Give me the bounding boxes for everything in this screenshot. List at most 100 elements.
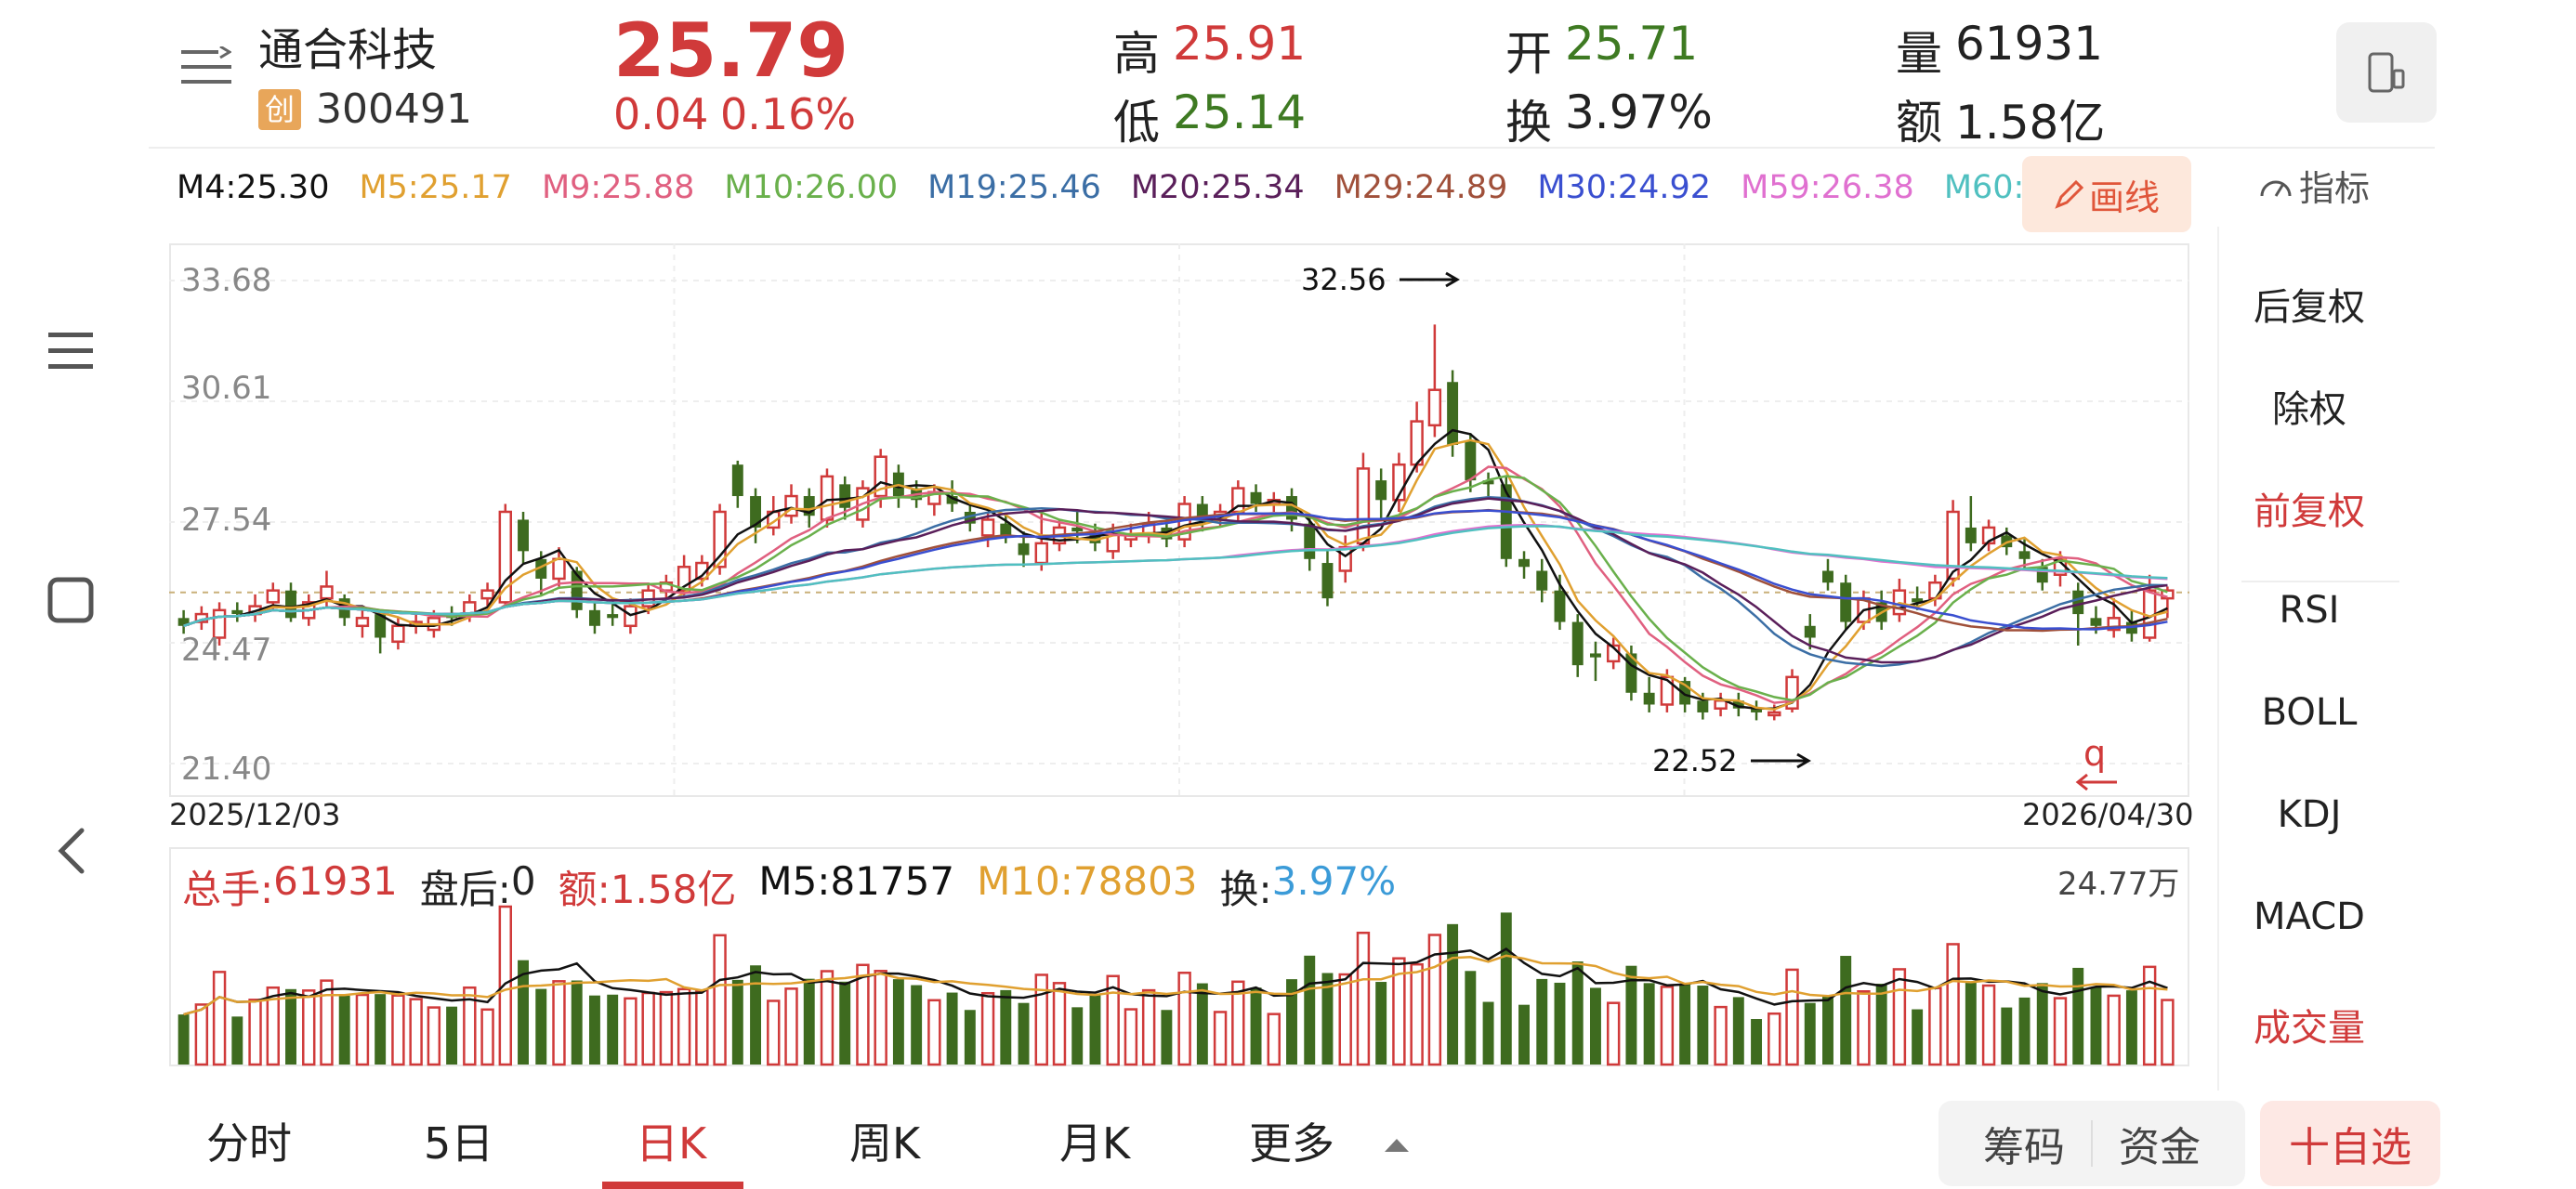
side-menu-item[interactable]: 后复权 — [2230, 277, 2388, 331]
min-price-value: 22.52 — [1652, 743, 1738, 778]
candle-body — [2090, 618, 2102, 626]
candle-body — [1500, 484, 1512, 559]
volume-chart[interactable] — [169, 847, 2189, 1066]
candle-body — [1000, 523, 1012, 536]
rotate-phone-icon — [2368, 52, 2405, 93]
menu-button[interactable] — [37, 318, 104, 385]
side-menu-item[interactable]: MACD — [2230, 895, 2388, 938]
candle-body — [588, 609, 600, 626]
period-tab[interactable]: 月K — [1059, 1110, 1130, 1171]
volume-bar — [1928, 986, 1942, 1066]
ma-legend-item: M9:25.88 — [541, 169, 695, 206]
ma-legend: M4:25.30 M5:25.17 M9:25.88 M10:26.00 M19:25.… — [177, 169, 2148, 206]
volume-bar — [2053, 997, 2068, 1066]
jump-latest-icon[interactable]: q — [2074, 733, 2124, 797]
volume-bar — [1034, 973, 1048, 1066]
volume-bar — [409, 998, 423, 1066]
orientation-button[interactable] — [2336, 22, 2437, 123]
min-price-label: 22.52 — [1652, 743, 1814, 778]
ma-legend-item: M29:24.89 — [1334, 169, 1508, 206]
home-button[interactable] — [37, 567, 104, 634]
volume-bar — [2107, 994, 2121, 1066]
volume-bar — [1356, 931, 1371, 1066]
volume-bar — [446, 1006, 458, 1065]
candle-body — [320, 585, 334, 600]
volume-bar — [874, 970, 887, 1066]
funds-button[interactable]: 资金 — [2093, 1114, 2227, 1173]
draw-line-button[interactable]: 画线 — [2022, 156, 2191, 232]
volume-bar — [231, 1016, 243, 1065]
volume-bar — [427, 1006, 441, 1066]
volume-bar — [820, 970, 835, 1066]
add-watchlist-button[interactable]: 十自选 — [2260, 1101, 2440, 1186]
volume-bar — [1018, 1002, 1030, 1065]
volume-bar — [1089, 995, 1101, 1065]
volume-bar — [839, 981, 851, 1065]
period-tab[interactable]: 更多 — [1249, 1110, 1334, 1171]
gauge-icon — [2260, 180, 2292, 197]
stock-code: 300491 — [316, 85, 472, 133]
volume-bar — [1554, 982, 1566, 1065]
ma-legend-item: M20:25.34 — [1130, 169, 1305, 206]
amount-label: 额 — [1896, 96, 1942, 150]
header-divider — [149, 147, 2435, 149]
ma-line — [183, 438, 2168, 711]
side-menu-divider — [2241, 581, 2399, 582]
more-caret-icon[interactable] — [1383, 1135, 1411, 1157]
volume-label: 量 — [1896, 27, 1942, 81]
back-arrow-icon — [58, 828, 85, 874]
ma-line — [183, 475, 2168, 702]
volume-bar — [338, 995, 350, 1065]
volume-bar — [194, 1003, 209, 1066]
volume-bar — [1196, 983, 1208, 1065]
candle-body — [1447, 382, 1459, 446]
period-tab[interactable]: 5日 — [424, 1110, 493, 1171]
candlestick-chart[interactable] — [169, 243, 2189, 797]
candle-body — [1822, 570, 1833, 583]
volume-bar — [1768, 1012, 1781, 1066]
volume-bar — [1500, 912, 1512, 1065]
side-menu-item[interactable]: BOLL — [2230, 691, 2388, 734]
candle-body — [980, 518, 995, 537]
volume-bar — [480, 1008, 494, 1066]
open-value: 25.71 — [1565, 17, 1699, 71]
side-menu-item[interactable]: 前复权 — [2230, 481, 2388, 535]
candle-body — [231, 609, 243, 615]
side-menu-item[interactable]: 除权 — [2230, 379, 2388, 433]
volume-bar — [713, 934, 727, 1066]
candle-body — [480, 589, 494, 600]
volume-bar — [750, 965, 762, 1065]
volume-bar — [1697, 986, 1709, 1065]
volume-bar — [1518, 1004, 1530, 1065]
volume-bar — [2018, 997, 2031, 1065]
volume-bar — [641, 991, 655, 1066]
ma-line — [183, 428, 2168, 710]
candle-body — [1589, 653, 1601, 658]
side-menu-item[interactable]: RSI — [2230, 589, 2388, 632]
list-toggle-icon[interactable] — [181, 45, 232, 95]
back-button[interactable] — [37, 817, 104, 884]
period-tab[interactable]: 日K — [636, 1110, 706, 1171]
y-tick-0: 33.68 — [181, 262, 272, 299]
volume-bar — [1375, 982, 1387, 1065]
side-menu-item[interactable]: KDJ — [2230, 793, 2388, 836]
volume-bar — [1213, 1011, 1228, 1066]
volume-bar — [1912, 1009, 1924, 1065]
chips-button[interactable]: 筹码 — [1957, 1114, 2091, 1173]
candle-body — [391, 624, 405, 643]
volume-bar — [2161, 999, 2175, 1066]
candle-body — [1536, 570, 1548, 591]
open-label: 开 — [1505, 27, 1552, 81]
candle-body — [731, 464, 743, 497]
candle-body — [1321, 563, 1334, 599]
side-menu-item[interactable]: 成交量 — [2230, 998, 2388, 1052]
volume-bar — [1000, 989, 1012, 1065]
period-tab[interactable]: 分时 — [206, 1110, 292, 1171]
volume-bar — [1589, 987, 1601, 1065]
y-tick-4: 21.40 — [181, 751, 272, 788]
indicator-button[interactable]: 指标 — [2258, 160, 2370, 211]
volume-bar — [391, 994, 405, 1066]
volume-bar — [695, 989, 709, 1066]
volume-bar — [1410, 962, 1424, 1066]
period-tab[interactable]: 周K — [849, 1110, 920, 1171]
